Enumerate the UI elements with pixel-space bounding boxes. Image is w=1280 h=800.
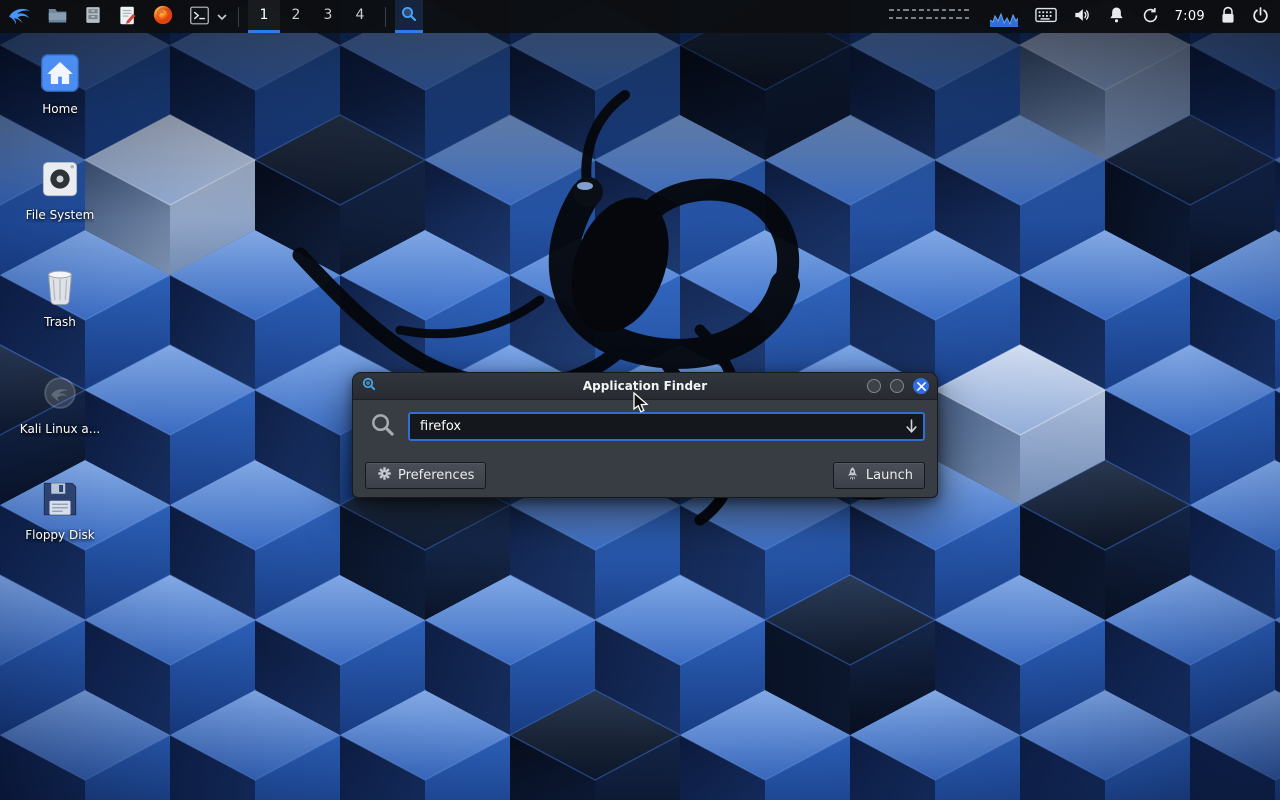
file-system-icon [39, 158, 81, 204]
desktop-icon-home[interactable]: Home [16, 52, 104, 117]
window-title: Application Finder [353, 379, 937, 393]
logout-button[interactable] [1251, 6, 1270, 28]
panel-separator [385, 7, 386, 27]
preferences-label: Preferences [398, 468, 474, 483]
terminal-icon [189, 5, 210, 29]
application-finder-taskbar-icon [400, 5, 418, 26]
workspace-3-button[interactable]: 3 [312, 0, 344, 33]
cpu-graph-icon [990, 7, 1018, 27]
desktop-icon-label: Floppy Disk [25, 529, 95, 543]
application-finder-window: Application Finder [352, 372, 938, 498]
finder-body: Preferences Launch [353, 400, 937, 497]
trash-icon [41, 263, 79, 311]
volume-icon [1072, 5, 1092, 28]
firefox-launcher[interactable] [150, 0, 176, 33]
system-monitor-text [889, 5, 975, 29]
text-editor-launcher[interactable] [116, 0, 139, 33]
gear-icon [377, 466, 392, 485]
search-icon [369, 411, 396, 442]
cpu-graph[interactable] [990, 6, 1020, 28]
workspace-label: 4 [356, 7, 365, 23]
workspace-2-button[interactable]: 2 [280, 0, 312, 33]
titlebar[interactable]: Application Finder [353, 373, 937, 400]
terminal-dropdown-button[interactable] [215, 0, 229, 33]
keyboard-tray-button[interactable] [1035, 7, 1057, 26]
minimize-button[interactable] [867, 379, 881, 393]
top-panel: 1 2 3 4 [0, 0, 1280, 33]
lock-screen-button[interactable] [1220, 6, 1236, 28]
power-icon [1251, 6, 1270, 28]
workspace-4-button[interactable]: 4 [344, 0, 376, 33]
text-editor-icon [118, 5, 137, 29]
search-field [408, 412, 925, 441]
folder-icon [47, 5, 68, 29]
chevron-down-icon [217, 9, 227, 24]
desktop-icon-floppy-disk[interactable]: Floppy Disk [16, 478, 104, 543]
workspace-label: 2 [292, 7, 301, 23]
firefox-icon [152, 4, 174, 29]
workspace-switcher: 1 2 3 4 [248, 0, 376, 33]
close-icon [917, 382, 926, 391]
workspace-label: 1 [260, 7, 269, 23]
updates-tray-button[interactable] [1141, 6, 1160, 28]
floppy-disk-icon [39, 478, 81, 524]
close-button[interactable] [913, 378, 929, 394]
launch-label: Launch [866, 468, 913, 483]
launch-icon [845, 466, 860, 485]
home-icon [38, 52, 82, 98]
refresh-icon [1141, 6, 1160, 28]
lock-icon [1220, 6, 1236, 28]
desktop-icon-label: File System [26, 209, 95, 223]
terminal-launcher[interactable] [187, 0, 212, 33]
desktop-shell: Home File System Trash Kali Linux a... F… [0, 0, 1280, 800]
kali-menu-button[interactable] [5, 0, 34, 33]
launch-button[interactable]: Launch [833, 462, 925, 489]
search-input[interactable] [408, 412, 925, 441]
volume-tray-button[interactable] [1072, 5, 1092, 28]
workspace-label: 3 [324, 7, 333, 23]
keyboard-icon [1035, 7, 1057, 26]
history-dropdown-icon[interactable] [905, 419, 918, 438]
desktop-icon-label: Home [42, 103, 77, 117]
notifications-tray-button[interactable] [1107, 5, 1126, 28]
desktop-icon-trash[interactable]: Trash [16, 263, 104, 330]
kali-menu-icon [7, 3, 32, 31]
system-tray: 7:09 [889, 5, 1280, 29]
preferences-button[interactable]: Preferences [365, 462, 486, 489]
maximize-button[interactable] [890, 379, 904, 393]
file-manager-launcher[interactable] [45, 0, 70, 33]
desktop-icon-file-system[interactable]: File System [16, 158, 104, 223]
desktop-icon-label: Kali Linux a... [20, 423, 100, 437]
taskbar-application-finder[interactable] [395, 0, 423, 33]
desktop-icon-kali-linux[interactable]: Kali Linux a... [16, 372, 104, 437]
bell-icon [1107, 5, 1126, 28]
desktop-icon-label: Trash [44, 316, 76, 330]
kali-docs-icon [39, 372, 81, 418]
application-finder-icon [361, 376, 377, 396]
workspace-1-button[interactable]: 1 [248, 0, 280, 33]
files-launcher[interactable] [81, 0, 105, 33]
panel-separator [238, 7, 239, 27]
clock[interactable]: 7:09 [1175, 9, 1205, 24]
file-cabinet-icon [83, 5, 103, 28]
